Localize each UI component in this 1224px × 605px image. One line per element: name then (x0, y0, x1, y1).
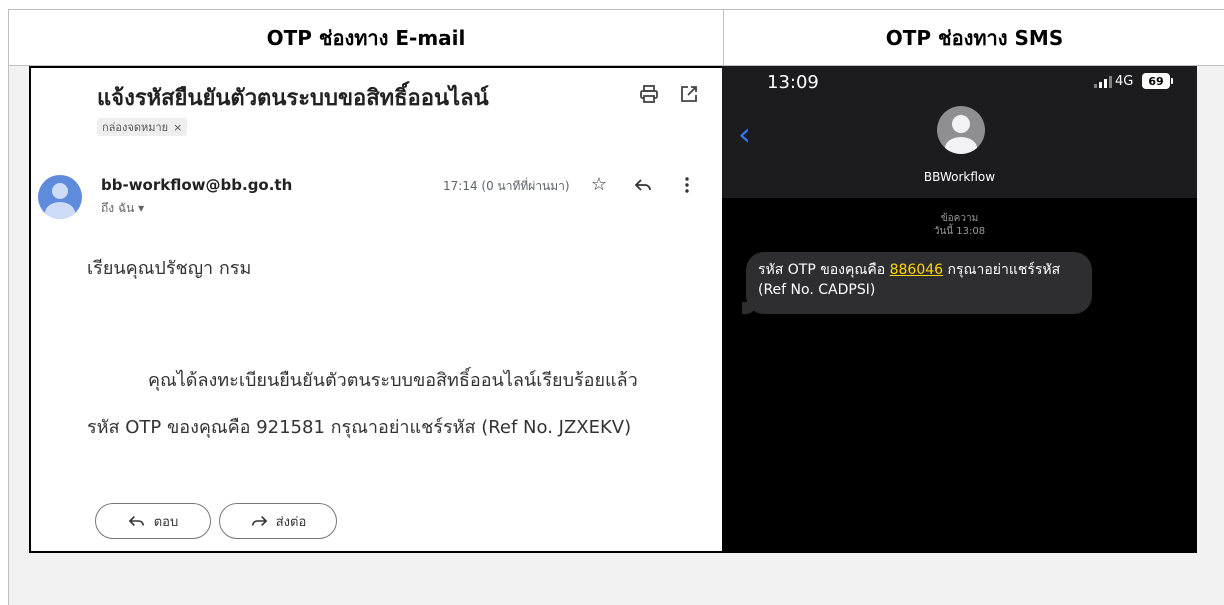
sms-screenshot: 13:09 4G 69 ‹ BBWorkflow ข้อความ วันนี้ … (722, 66, 1197, 553)
inbox-label-chip[interactable]: กล่องจดหมาย × (97, 118, 188, 136)
message-label: ข้อความ (940, 213, 979, 224)
recipient-dropdown[interactable]: ถึง ฉัน ▾ (101, 199, 144, 218)
star-icon[interactable]: ☆ (589, 175, 609, 195)
person-icon (45, 183, 75, 219)
back-chevron-icon[interactable]: ‹ (738, 118, 751, 150)
inbox-label: กล่องจดหมาย (102, 121, 169, 134)
email-subject: แจ้งรหัสยืนยันตัวตนระบบขอสิทธิ์ออนไลน์ (97, 86, 489, 111)
forward-button-label: ส่งต่อ (275, 514, 307, 530)
sender-address: bb-workflow@bb.go.th (101, 176, 293, 194)
message-time: วันนี้ 13:08 (933, 226, 986, 237)
battery-level: 69 (1148, 74, 1164, 88)
contact-name[interactable]: BBWorkflow (722, 170, 1197, 184)
message-timestamp: ข้อความ วันนี้ 13:08 (722, 212, 1197, 238)
print-icon[interactable] (639, 84, 659, 104)
battery-tip (1171, 78, 1173, 84)
contact-avatar[interactable] (937, 106, 985, 154)
email-body-line-2: รหัส OTP ของคุณคือ 921581 กรุณาอย่าแชร์ร… (87, 417, 632, 438)
sender-avatar (38, 175, 82, 219)
reply-button[interactable]: ตอบ (95, 503, 211, 539)
email-body-line-1: คุณได้ลงทะเบียนยืนยันตัวตนระบบขอสิทธิ์ออ… (148, 370, 638, 391)
status-bar-time: 13:09 (767, 72, 819, 93)
reply-icon[interactable] (633, 175, 653, 195)
table-header-row: OTP ช่องทาง E-mail OTP ช่องทาง SMS (9, 10, 1224, 66)
network-type: 4G (1115, 74, 1134, 89)
remove-label-icon[interactable]: × (173, 121, 182, 134)
email-column-header: OTP ช่องทาง E-mail (9, 10, 724, 65)
battery-icon: 69 (1142, 73, 1170, 89)
email-greeting: เรียนคุณปรัชญา กรม (87, 258, 252, 279)
signal-icon (1094, 76, 1112, 88)
reply-button-label: ตอบ (153, 514, 179, 530)
received-time: 17:14 (0 นาทีที่ผ่านมา) (443, 179, 570, 193)
more-options-icon[interactable] (677, 175, 697, 195)
sms-column-header: OTP ช่องทาง SMS (885, 25, 1064, 50)
otp-code-link[interactable]: 886046 (890, 262, 943, 278)
forward-button[interactable]: ส่งต่อ (219, 503, 337, 539)
reply-arrow-icon (128, 515, 144, 527)
person-silhouette-icon (945, 115, 977, 154)
email-screenshot: แจ้งรหัสยืนยันตัวตนระบบขอสิทธิ์ออนไลน์ ก… (29, 66, 722, 553)
sms-bubble: รหัส OTP ของคุณคือ 886046 กรุณาอย่าแชร์ร… (746, 252, 1092, 314)
open-new-window-icon[interactable] (679, 84, 699, 104)
forward-arrow-icon (251, 515, 267, 527)
sms-text-prefix: รหัส OTP ของคุณคือ (758, 262, 890, 278)
